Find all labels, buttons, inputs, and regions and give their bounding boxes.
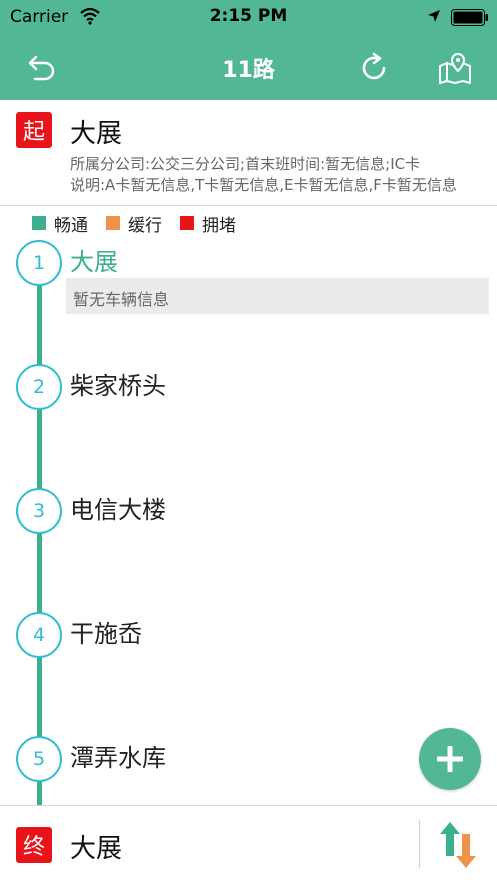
end-station-name: 大展: [70, 834, 123, 864]
navigation-bar: 11路: [0, 34, 497, 100]
legend-congested-label: 拥堵: [202, 215, 236, 236]
battery-icon: [451, 9, 488, 26]
swap-direction-icon[interactable]: [438, 820, 478, 870]
location-arrow-icon: [428, 10, 440, 22]
stop-number: 4: [16, 612, 62, 658]
stop-item[interactable]: 2 柴家桥头: [0, 364, 497, 484]
stop-number: 5: [16, 736, 62, 782]
legend-slow-swatch: [106, 216, 120, 230]
divider: [419, 820, 420, 868]
end-tag: 终: [16, 827, 52, 863]
legend-slow: 缓行: [106, 211, 162, 236]
refresh-icon: [362, 52, 386, 80]
vehicle-info: 暂无车辆信息: [66, 278, 489, 314]
route-description: 所属分公司:公交三分公司;首末班时间:暂无信息;IC卡 说明:A卡暂无信息,T卡…: [70, 154, 480, 196]
status-bar: Carrier 2:15 PM: [0, 0, 497, 34]
plus-icon: [437, 746, 463, 772]
legend-smooth-swatch: [32, 216, 46, 230]
stop-name: 潭弄水库: [70, 744, 166, 772]
legend-smooth-label: 畅通: [54, 215, 88, 236]
legend-smooth: 畅通: [32, 211, 88, 236]
stop-name: 大展: [70, 248, 118, 276]
stop-name: 干施岙: [70, 620, 142, 648]
stop-number: 3: [16, 488, 62, 534]
page-title: 11路: [222, 58, 275, 83]
legend-congested-swatch: [180, 216, 194, 230]
stop-number: 2: [16, 364, 62, 410]
stop-item[interactable]: 1 大展 暂无车辆信息: [0, 240, 497, 360]
stop-name: 柴家桥头: [70, 372, 166, 400]
start-station-header: 起 大展 所属分公司:公交三分公司;首末班时间:暂无信息;IC卡 说明:A卡暂无…: [0, 100, 497, 206]
stop-item[interactable]: 3 电信大楼: [0, 488, 497, 608]
start-station-name: 大展: [70, 119, 123, 149]
map-pin-icon: [439, 52, 471, 84]
route-description-line-2: 说明:A卡暂无信息,T卡暂无信息,E卡暂无信息,F卡暂无信息: [70, 176, 457, 194]
stop-number: 1: [16, 240, 62, 286]
refresh-button[interactable]: [354, 48, 394, 88]
traffic-legend: 畅通 缓行 拥堵: [32, 211, 254, 236]
add-button[interactable]: [419, 728, 481, 790]
legend-congested: 拥堵: [180, 211, 236, 236]
legend-slow-label: 缓行: [128, 215, 162, 236]
stop-item[interactable]: 4 干施岙: [0, 612, 497, 732]
end-station-bar: 终 大展: [0, 805, 497, 883]
route-description-line-1: 所属分公司:公交三分公司;首末班时间:暂无信息;IC卡: [70, 155, 421, 173]
map-button[interactable]: [435, 48, 475, 88]
start-tag: 起: [16, 112, 52, 148]
clock-label: 2:15 PM: [209, 6, 288, 26]
stop-name: 电信大楼: [70, 496, 166, 524]
